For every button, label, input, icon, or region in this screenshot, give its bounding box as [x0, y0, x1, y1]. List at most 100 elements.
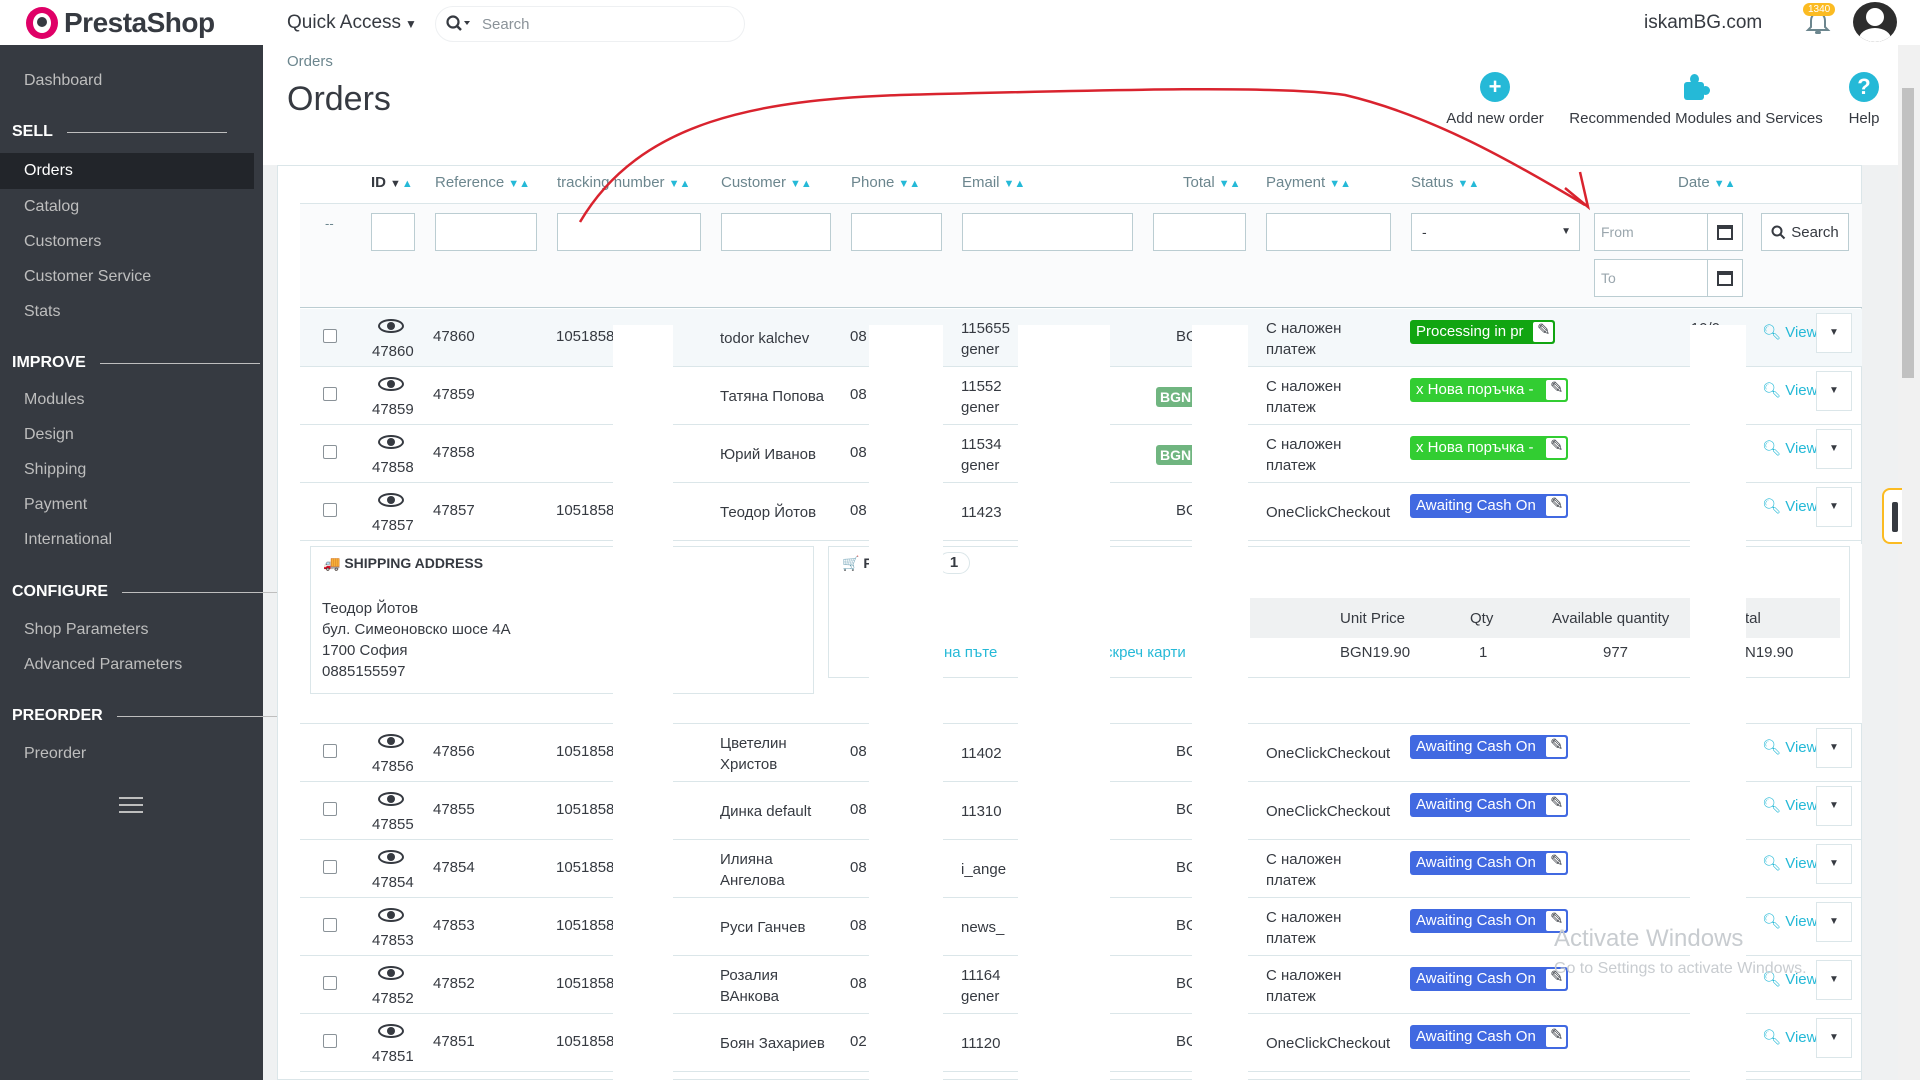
view-button[interactable]: 🔍︎ View — [1762, 912, 1817, 930]
col-reference[interactable]: Reference ▼▲ — [435, 174, 530, 191]
col-payment[interactable]: Payment ▼▲ — [1266, 174, 1351, 191]
row-actions-dropdown[interactable]: ▼ — [1816, 960, 1852, 1000]
filter-date-to[interactable] — [1594, 259, 1708, 297]
col-email[interactable]: Email ▼▲ — [962, 174, 1025, 191]
customer-name[interactable]: Цветелин Христов — [720, 733, 850, 775]
sidebar-item-modules[interactable]: Modules — [24, 391, 84, 409]
filter-status-select[interactable]: - ▼ — [1411, 213, 1580, 251]
filter-tracking-input[interactable] — [557, 213, 701, 251]
eye-icon[interactable] — [378, 493, 404, 507]
pencil-icon[interactable] — [1546, 851, 1566, 874]
row-checkbox[interactable] — [323, 976, 337, 990]
add-new-order-button[interactable]: + Add new order — [1440, 72, 1550, 127]
customer-name[interactable]: Илияна Ангелова — [720, 849, 850, 891]
filter-date-from[interactable] — [1594, 213, 1708, 251]
product-link[interactable]: на пъте — [944, 644, 997, 661]
eye-icon[interactable] — [378, 908, 404, 922]
row-checkbox[interactable] — [323, 1034, 337, 1048]
sidebar-item-shop-parameters[interactable]: Shop Parameters — [24, 621, 149, 639]
filter-total-input[interactable] — [1153, 213, 1246, 251]
status-badge[interactable]: Awaiting Cash On — [1410, 494, 1568, 518]
view-button[interactable]: 🔍︎ View — [1762, 439, 1817, 457]
sidebar-item-advanced-parameters[interactable]: Advanced Parameters — [24, 656, 182, 674]
search-input[interactable] — [482, 15, 722, 33]
eye-icon[interactable] — [378, 966, 404, 980]
prestashop-logo[interactable]: PrestaShop — [26, 6, 215, 40]
row-actions-dropdown[interactable]: ▼ — [1816, 786, 1852, 826]
eye-icon[interactable] — [378, 377, 404, 391]
col-phone[interactable]: Phone ▼▲ — [851, 174, 920, 191]
sidebar-item-preorder[interactable]: Preorder — [24, 745, 86, 763]
eye-icon[interactable] — [378, 435, 404, 449]
status-badge[interactable]: Awaiting Cash On — [1410, 967, 1568, 991]
breadcrumb[interactable]: Orders — [287, 53, 333, 70]
customer-name[interactable]: todor kalchev — [720, 328, 850, 349]
sidebar-item-orders[interactable]: Orders — [0, 153, 258, 189]
search-icon[interactable] — [436, 15, 482, 33]
help-button[interactable]: ? Help — [1842, 72, 1886, 127]
col-total[interactable]: Total ▼▲ — [1183, 174, 1240, 191]
menu-collapse-icon[interactable] — [119, 797, 143, 818]
row-actions-dropdown[interactable]: ▼ — [1816, 487, 1852, 527]
customer-name[interactable]: Теодор Йотов — [720, 502, 850, 523]
pencil-icon[interactable] — [1546, 436, 1566, 459]
status-badge[interactable]: х Нова поръчка - — [1410, 436, 1568, 460]
eye-icon[interactable] — [378, 1024, 404, 1038]
status-badge[interactable]: Awaiting Cash On — [1410, 793, 1568, 817]
col-customer[interactable]: Customer ▼▲ — [721, 174, 812, 191]
filter-search-button[interactable]: Search — [1761, 213, 1849, 251]
status-badge[interactable]: Awaiting Cash On — [1410, 735, 1568, 759]
scrollbar-thumb[interactable] — [1902, 88, 1914, 378]
row-actions-dropdown[interactable]: ▼ — [1816, 371, 1852, 411]
sidebar-item-stats[interactable]: Stats — [24, 303, 60, 321]
row-checkbox[interactable] — [323, 503, 337, 517]
row-checkbox[interactable] — [323, 802, 337, 816]
pencil-icon[interactable] — [1533, 320, 1553, 343]
eye-icon[interactable] — [378, 734, 404, 748]
filter-payment-input[interactable] — [1266, 213, 1391, 251]
filter-reference-input[interactable] — [435, 213, 537, 251]
sidebar-item-dashboard[interactable]: Dashboard — [24, 72, 102, 90]
row-actions-dropdown[interactable]: ▼ — [1816, 728, 1852, 768]
status-badge[interactable]: Awaiting Cash On — [1410, 851, 1568, 875]
customer-name[interactable]: Динка default — [720, 801, 850, 822]
view-button[interactable]: 🔍︎ View — [1762, 738, 1817, 756]
status-badge[interactable]: Awaiting Cash On — [1410, 1025, 1568, 1049]
status-badge[interactable]: Processing in pr — [1410, 320, 1555, 344]
row-checkbox[interactable] — [323, 329, 337, 343]
row-actions-dropdown[interactable]: ▼ — [1816, 429, 1852, 469]
col-status[interactable]: Status ▼▲ — [1411, 174, 1479, 191]
sidebar-item-design[interactable]: Design — [24, 426, 74, 444]
view-button[interactable]: 🔍︎ View — [1762, 323, 1817, 341]
view-button[interactable]: 🔍︎ View — [1762, 854, 1817, 872]
filter-email-input[interactable] — [962, 213, 1133, 251]
sidebar-item-customer-service[interactable]: Customer Service — [24, 268, 151, 286]
status-badge[interactable]: х Нова поръчка - — [1410, 378, 1568, 402]
sidebar-item-customers[interactable]: Customers — [24, 233, 101, 251]
pencil-icon[interactable] — [1546, 1025, 1566, 1048]
row-checkbox[interactable] — [323, 387, 337, 401]
eye-icon[interactable] — [378, 792, 404, 806]
view-button[interactable]: 🔍︎ View — [1762, 796, 1817, 814]
row-actions-dropdown[interactable]: ▼ — [1816, 313, 1852, 353]
pencil-icon[interactable] — [1546, 378, 1566, 401]
pencil-icon[interactable] — [1546, 494, 1566, 517]
side-panel-tab[interactable] — [1882, 488, 1902, 544]
customer-name[interactable]: Боян Захариев — [720, 1033, 850, 1054]
avatar[interactable] — [1853, 2, 1897, 42]
view-button[interactable]: 🔍︎ View — [1762, 1028, 1817, 1046]
col-date[interactable]: Date ▼▲ — [1678, 174, 1735, 191]
row-actions-dropdown[interactable]: ▼ — [1816, 902, 1852, 942]
calendar-icon[interactable] — [1707, 259, 1743, 297]
sidebar-item-payment[interactable]: Payment — [24, 496, 87, 514]
shop-name-link[interactable]: iskamBG.com — [1644, 12, 1762, 34]
row-checkbox[interactable] — [323, 860, 337, 874]
customer-name[interactable]: Руси Ганчев — [720, 917, 850, 938]
eye-icon[interactable] — [378, 319, 404, 333]
row-actions-dropdown[interactable]: ▼ — [1816, 1018, 1852, 1058]
row-checkbox[interactable] — [323, 918, 337, 932]
customer-name[interactable]: Юрий Иванов — [720, 444, 850, 465]
row-checkbox[interactable] — [323, 744, 337, 758]
calendar-icon[interactable] — [1707, 213, 1743, 251]
filter-phone-input[interactable] — [851, 213, 942, 251]
